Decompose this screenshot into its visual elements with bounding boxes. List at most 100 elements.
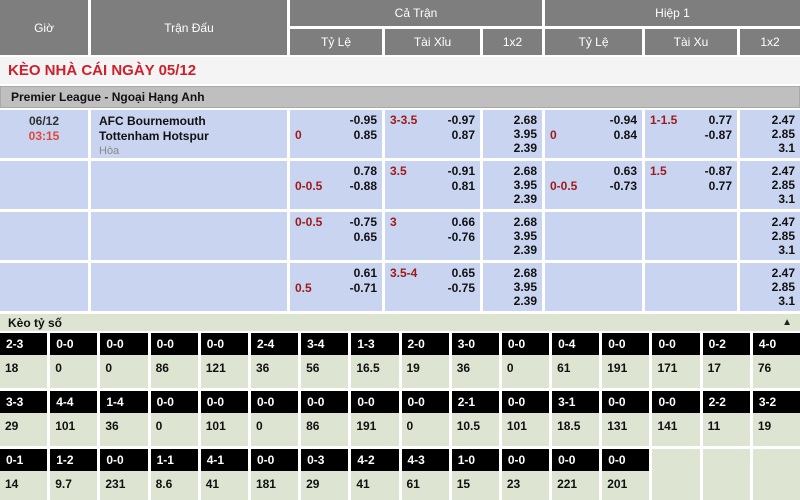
odds-line: 30.66 <box>390 215 475 230</box>
score-cell[interactable]: 4-141 <box>201 449 248 500</box>
score-cell[interactable]: 0-0141 <box>652 391 699 446</box>
score-cell[interactable]: 0-00 <box>502 333 549 388</box>
odds-line: 0-0.5-0.88 <box>295 179 377 194</box>
score-cell[interactable]: 0-023 <box>502 449 549 500</box>
score-cell[interactable]: 3-329 <box>0 391 47 446</box>
score-cell[interactable]: 3-456 <box>301 333 348 388</box>
score-cell[interactable]: 0-00 <box>50 333 97 388</box>
ft-handicap-cell[interactable]: 0-0.5-0.750.65 <box>290 212 382 260</box>
score-cell[interactable]: 1-436 <box>100 391 147 446</box>
score-label: 0-0 <box>502 333 549 355</box>
score-cell[interactable]: 0-0221 <box>552 449 599 500</box>
score-row: 0-1141-29.70-02311-18.64-1410-01810-3294… <box>0 449 800 500</box>
ft-1x2-cell[interactable]: 2.683.952.39 <box>483 263 542 311</box>
score-cell[interactable]: 4-361 <box>402 449 449 500</box>
score-cell[interactable]: 0-0201 <box>602 449 649 500</box>
odds-value: 3.1 <box>745 141 795 155</box>
match-cell <box>91 263 287 311</box>
away-team[interactable]: Tottenham Hotspur <box>99 129 287 144</box>
score-cell[interactable]: 0-086 <box>301 391 348 446</box>
score-cell[interactable]: 0-00 <box>251 391 298 446</box>
score-cell[interactable]: 0-329 <box>301 449 348 500</box>
score-cell[interactable]: 3-036 <box>452 333 499 388</box>
odds-table-header: Giờ Trận Đấu Cả Trận Hiệp 1 Tỷ Lệ Tài Xỉ… <box>0 0 800 55</box>
score-odds-value: 141 <box>652 413 699 446</box>
score-cell[interactable]: 3-219 <box>753 391 800 446</box>
h1-overunder-cell[interactable]: 1.5-0.870.77 <box>645 161 737 209</box>
score-cell[interactable]: 0-0191 <box>602 333 649 388</box>
ft-overunder-cell[interactable]: 30.66-0.76 <box>385 212 480 260</box>
odds-line: 00.84 <box>550 128 637 143</box>
score-odds-value: 0 <box>251 413 298 446</box>
score-label: 3-3 <box>0 391 47 413</box>
h1-1x2-cell[interactable]: 2.472.853.1 <box>740 110 800 158</box>
score-cell[interactable]: 4-076 <box>753 333 800 388</box>
h1-1x2-cell[interactable]: 2.472.853.1 <box>740 161 800 209</box>
ft-handicap-cell[interactable]: -0.9500.85 <box>290 110 382 158</box>
h1-1x2-cell[interactable]: 2.472.853.1 <box>740 263 800 311</box>
h1-overunder-cell[interactable] <box>645 263 737 311</box>
score-odds-value: 0 <box>402 413 449 446</box>
match-date: 06/12 <box>29 114 59 129</box>
score-cell[interactable]: 2-318 <box>0 333 47 388</box>
score-cell[interactable]: 0-0131 <box>602 391 649 446</box>
score-odds-value: 14 <box>0 471 47 500</box>
ft-1x2-cell[interactable]: 2.683.952.39 <box>483 212 542 260</box>
odds-value: -0.95 <box>350 113 377 128</box>
score-cell[interactable]: 0-086 <box>151 333 198 388</box>
score-cell[interactable]: 2-436 <box>251 333 298 388</box>
ft-handicap-cell[interactable]: 0.780-0.5-0.88 <box>290 161 382 209</box>
h1-overunder-cell[interactable]: 1-1.50.77-0.87 <box>645 110 737 158</box>
h1-1x2-cell[interactable]: 2.472.853.1 <box>740 212 800 260</box>
score-label: 4-4 <box>50 391 97 413</box>
score-cell[interactable]: 4-241 <box>351 449 398 500</box>
h1-handicap-cell[interactable] <box>545 212 642 260</box>
score-cell[interactable]: 0-114 <box>0 449 47 500</box>
home-team[interactable]: AFC Bournemouth <box>99 114 287 129</box>
score-cell[interactable]: 1-015 <box>452 449 499 500</box>
score-cell[interactable]: 0-0231 <box>100 449 147 500</box>
score-cell[interactable]: 1-29.7 <box>50 449 97 500</box>
odds-value: 2.39 <box>488 243 537 257</box>
score-cell[interactable]: 0-0121 <box>201 333 248 388</box>
score-cell[interactable]: 0-0181 <box>251 449 298 500</box>
h1-handicap-cell[interactable]: 0.630-0.5-0.73 <box>545 161 642 209</box>
h1-handicap-cell[interactable] <box>545 263 642 311</box>
score-odds-value: 19 <box>753 413 800 446</box>
score-cell[interactable]: 0-217 <box>703 333 750 388</box>
ft-1x2-cell[interactable]: 2.683.952.39 <box>483 110 542 158</box>
score-label: 3-1 <box>552 391 599 413</box>
league-header[interactable]: Premier League - Ngoại Hạng Anh <box>0 86 800 108</box>
score-odds-value: 18 <box>0 355 47 388</box>
score-cell[interactable]: 1-316.5 <box>351 333 398 388</box>
score-cell[interactable]: 2-211 <box>703 391 750 446</box>
odds-value: 2.39 <box>488 192 537 206</box>
score-cell[interactable]: 0-0191 <box>351 391 398 446</box>
h1-handicap-cell[interactable]: -0.9400.84 <box>545 110 642 158</box>
score-cell[interactable]: 3-118.5 <box>552 391 599 446</box>
odds-value: 0.84 <box>614 128 637 143</box>
score-cell[interactable]: 0-00 <box>151 391 198 446</box>
score-cell[interactable]: 0-461 <box>552 333 599 388</box>
score-cell[interactable]: 0-0101 <box>201 391 248 446</box>
ft-overunder-cell[interactable]: 3-3.5-0.970.87 <box>385 110 480 158</box>
score-cell[interactable]: 0-00 <box>402 391 449 446</box>
score-cell[interactable]: 1-18.6 <box>151 449 198 500</box>
score-cell[interactable]: 0-0171 <box>652 333 699 388</box>
score-odds-value: 191 <box>351 413 398 446</box>
h1-overunder-cell[interactable] <box>645 212 737 260</box>
odds-value: 0.85 <box>354 128 377 143</box>
collapse-arrow-icon[interactable]: ▲ <box>782 317 792 328</box>
score-cell[interactable]: 2-110.5 <box>452 391 499 446</box>
ft-handicap-cell[interactable]: 0.610.5-0.71 <box>290 263 382 311</box>
odds-line: 0.61 <box>295 266 377 281</box>
score-cell[interactable]: 4-4101 <box>50 391 97 446</box>
score-cell[interactable]: 0-0101 <box>502 391 549 446</box>
ft-1x2-cell[interactable]: 2.683.952.39 <box>483 161 542 209</box>
score-cell[interactable]: 0-00 <box>100 333 147 388</box>
score-cell[interactable]: 2-019 <box>402 333 449 388</box>
ft-overunder-cell[interactable]: 3.5-40.65-0.75 <box>385 263 480 311</box>
ft-overunder-cell[interactable]: 3.5-0.910.81 <box>385 161 480 209</box>
subheader-ft-overunder: Tài Xỉu <box>385 29 480 55</box>
score-section-header[interactable]: Kèo tỷ số ▲ <box>0 314 800 331</box>
